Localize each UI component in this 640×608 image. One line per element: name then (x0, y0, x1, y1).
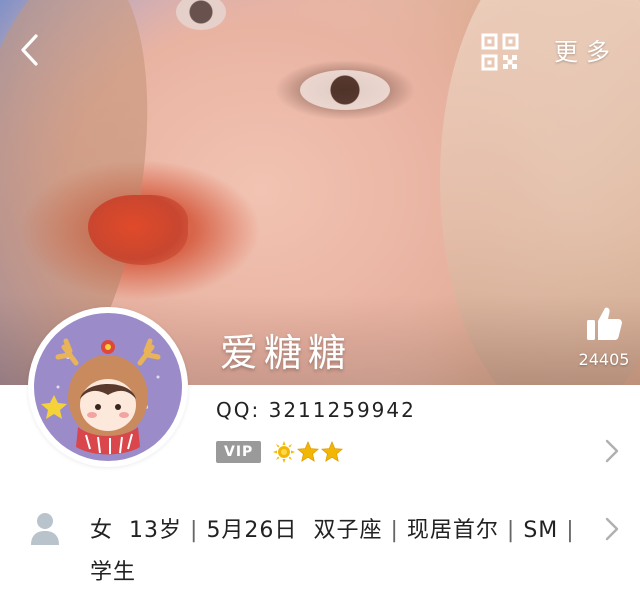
profile-nickname: 爱糖糖 (220, 331, 353, 375)
age: 13岁 (129, 518, 183, 543)
location: 现居首尔 (406, 518, 499, 543)
user-icon (31, 513, 59, 545)
chevron-right-icon (605, 517, 619, 541)
vip-badge: VIP (216, 441, 262, 463)
star-icon (297, 441, 320, 462)
chevron-left-icon (21, 34, 38, 66)
qq-label: QQ: (216, 398, 261, 422)
avatar[interactable] (28, 307, 188, 467)
qq-number-line: QQ: 3211259942 (216, 398, 416, 422)
like-button[interactable]: 24405 (576, 304, 632, 369)
qr-code-button[interactable] (480, 32, 520, 72)
sun-icon (273, 441, 296, 463)
personal-info-row[interactable]: 女 13岁 | 5月26日 双子座 | 现居首尔 | SM |学生 (0, 500, 640, 600)
personal-info-text: 女 13岁 | 5月26日 双子座 | 现居首尔 | SM |学生 (90, 518, 575, 585)
company: SM (523, 518, 559, 543)
qr-code-icon (481, 33, 519, 71)
qq-number: 3211259942 (268, 398, 416, 422)
like-count: 24405 (578, 350, 630, 369)
level-icons (273, 441, 344, 463)
avatar-illustration (34, 313, 182, 461)
birthday: 5月26日 (206, 518, 298, 543)
more-button[interactable]: 更多 (554, 32, 624, 72)
occupation: 学生 (90, 560, 137, 585)
star-icon (321, 441, 344, 462)
chevron-right-icon (605, 439, 619, 463)
profile-details-arrow[interactable] (602, 438, 622, 464)
zodiac: 双子座 (313, 518, 383, 543)
gender: 女 (90, 518, 114, 543)
badges-row: VIP (216, 440, 344, 464)
back-button[interactable] (14, 30, 44, 70)
thumbs-up-icon (587, 307, 622, 340)
